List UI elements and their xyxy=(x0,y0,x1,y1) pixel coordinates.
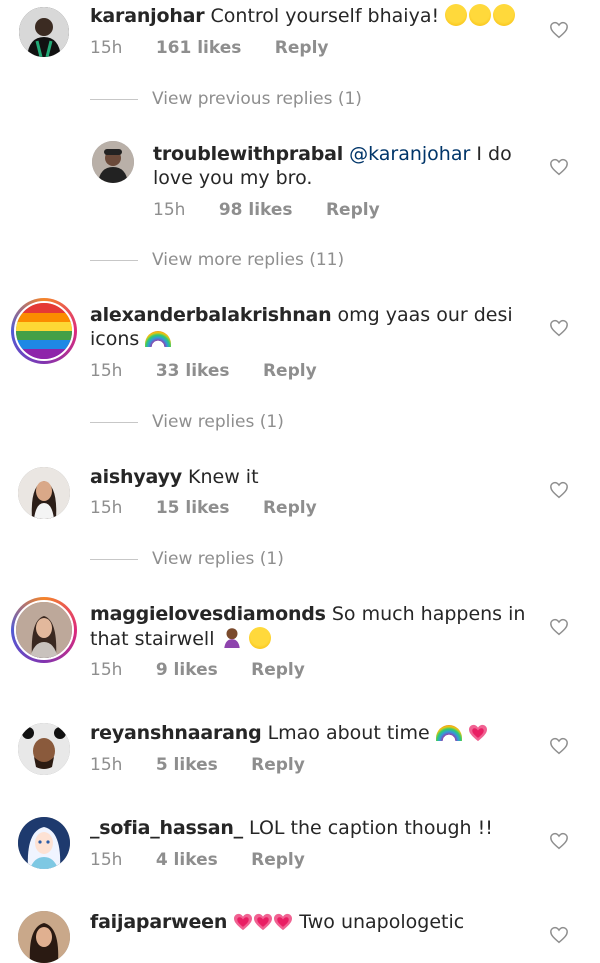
comment-text: karanjohar Control yourself bhaiya! xyxy=(90,4,530,28)
view-replies-label[interactable]: View replies (1) xyxy=(152,549,284,569)
divider xyxy=(90,98,138,100)
view-more-replies-label[interactable]: View more replies (11) xyxy=(152,250,344,270)
person-facepalm-emoji-icon xyxy=(221,628,243,650)
view-replies-label[interactable]: View replies (1) xyxy=(152,412,284,432)
avatar[interactable] xyxy=(92,141,134,183)
view-previous-replies-label[interactable]: View previous replies (1) xyxy=(152,89,362,109)
comment-meta: 15h 98 likes Reply xyxy=(153,200,408,220)
avatar[interactable] xyxy=(11,298,77,364)
comment-username[interactable]: karanjohar xyxy=(90,5,205,27)
comment-likes[interactable]: 15 likes xyxy=(156,498,230,518)
rainbow-emoji-icon xyxy=(145,331,172,347)
reply-button[interactable]: Reply xyxy=(326,200,380,220)
sparkling-heart-emoji-icon xyxy=(468,724,487,742)
comment-username[interactable]: faijaparween xyxy=(90,911,227,933)
comment-meta: 15h 15 likes Reply xyxy=(90,498,345,518)
mention-link[interactable]: @karanjohar xyxy=(349,143,470,165)
heart-outline-icon[interactable] xyxy=(549,832,569,850)
comment-username[interactable]: maggielovesdiamonds xyxy=(90,603,326,625)
comment-likes[interactable]: 33 likes xyxy=(156,361,230,381)
heart-outline-icon[interactable] xyxy=(549,21,569,39)
comment-body: Lmao about time xyxy=(267,722,430,744)
comment-meta: 15h 33 likes Reply xyxy=(90,361,345,381)
comment-username[interactable]: reyanshnaarang xyxy=(90,722,262,744)
comment-likes[interactable]: 5 likes xyxy=(156,755,218,775)
comment-likes[interactable]: 98 likes xyxy=(219,200,293,220)
divider xyxy=(90,421,138,423)
reply-button[interactable]: Reply xyxy=(263,498,317,518)
heart-outline-icon[interactable] xyxy=(549,737,569,755)
avatar[interactable] xyxy=(18,467,70,519)
comment-meta: 15h 4 likes Reply xyxy=(90,850,333,870)
reply-button[interactable]: Reply xyxy=(251,660,305,680)
reply-button[interactable]: Reply xyxy=(263,361,317,381)
comment-username[interactable]: alexanderbalakrishnan xyxy=(90,304,332,326)
comment-text: aishyayy Knew it xyxy=(90,465,538,489)
comment-body: Control yourself bhaiya! xyxy=(210,5,440,27)
comment-time: 15h xyxy=(90,660,123,680)
reply-button[interactable]: Reply xyxy=(251,850,305,870)
comment-text: reyanshnaarang Lmao about time xyxy=(90,721,538,745)
avatar[interactable] xyxy=(18,911,70,963)
comment-text: maggielovesdiamonds So much happens in t… xyxy=(90,602,538,651)
heart-outline-icon[interactable] xyxy=(549,158,569,176)
comment-body: LOL the caption though !! xyxy=(249,817,493,839)
comment-meta: 15h 9 likes Reply xyxy=(90,660,333,680)
heart-outline-icon[interactable] xyxy=(549,926,569,944)
comment-likes[interactable]: 161 likes xyxy=(156,38,242,58)
comment-time: 15h xyxy=(90,361,123,381)
reply-button[interactable]: Reply xyxy=(251,755,305,775)
comment-text: faijaparween Two unapologetic xyxy=(90,910,538,934)
avatar[interactable] xyxy=(18,817,70,869)
comment-text: _sofia_hassan_ LOL the caption though !! xyxy=(90,816,538,840)
comment-username[interactable]: aishyayy xyxy=(90,466,182,488)
avatar[interactable] xyxy=(18,723,70,775)
red-heart-emoji-icon xyxy=(233,911,299,933)
rainbow-emoji-icon xyxy=(435,725,462,741)
view-replies[interactable]: View replies (1) xyxy=(90,412,284,432)
view-more-replies[interactable]: View more replies (11) xyxy=(90,250,344,270)
comment-likes[interactable]: 4 likes xyxy=(156,850,218,870)
comment-body: Knew it xyxy=(188,466,259,488)
comment-text: troublewithprabal @karanjohar I do love … xyxy=(153,142,538,190)
view-replies[interactable]: View replies (1) xyxy=(90,549,284,569)
heart-outline-icon[interactable] xyxy=(549,481,569,499)
comment-text: alexanderbalakrishnan omg yaas our desi … xyxy=(90,303,538,351)
laugh-emoji-icon xyxy=(445,4,517,27)
comment-time: 15h xyxy=(90,755,123,775)
laugh-emoji-icon xyxy=(248,627,271,649)
heart-outline-icon[interactable] xyxy=(549,618,569,636)
comment-username[interactable]: troublewithprabal xyxy=(153,143,343,165)
comment-meta: 15h 161 likes Reply xyxy=(90,38,356,58)
divider xyxy=(90,259,138,261)
heart-outline-icon[interactable] xyxy=(549,319,569,337)
comment-username[interactable]: _sofia_hassan_ xyxy=(90,817,243,839)
comment-body: Two unapologetic xyxy=(299,911,465,933)
comment-time: 15h xyxy=(90,850,123,870)
comment-meta: 15h 5 likes Reply xyxy=(90,755,333,775)
comment-time: 15h xyxy=(90,38,123,58)
divider xyxy=(90,558,138,560)
avatar[interactable] xyxy=(11,597,77,663)
avatar[interactable] xyxy=(19,7,69,57)
comment-time: 15h xyxy=(90,498,123,518)
comment-time: 15h xyxy=(153,200,186,220)
reply-button[interactable]: Reply xyxy=(275,38,329,58)
comment-likes[interactable]: 9 likes xyxy=(156,660,218,680)
view-previous-replies[interactable]: View previous replies (1) xyxy=(90,89,362,109)
